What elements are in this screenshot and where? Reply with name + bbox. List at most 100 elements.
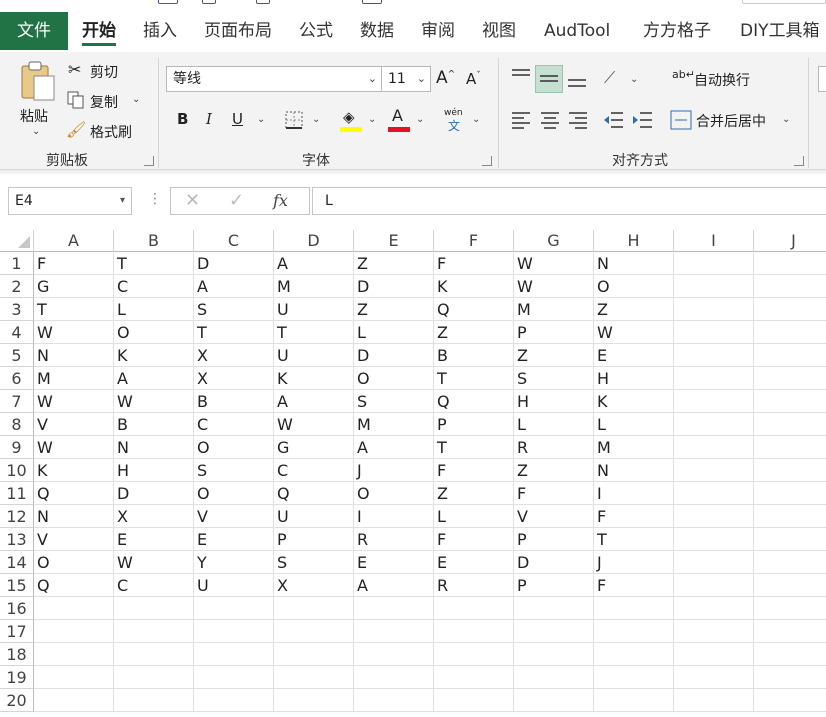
cell[interactable]: B: [434, 344, 514, 367]
cell[interactable]: O: [354, 367, 434, 390]
cell[interactable]: E: [354, 551, 434, 574]
cell[interactable]: O: [194, 436, 274, 459]
cell[interactable]: F: [594, 574, 674, 597]
cell[interactable]: P: [274, 528, 354, 551]
cell[interactable]: E: [114, 528, 194, 551]
cell[interactable]: Z: [354, 252, 434, 275]
tab-review[interactable]: 审阅: [421, 14, 455, 48]
cell[interactable]: T: [114, 252, 194, 275]
cell[interactable]: [354, 643, 434, 666]
cell[interactable]: D: [514, 551, 594, 574]
cell[interactable]: [754, 298, 826, 321]
cell[interactable]: M: [514, 298, 594, 321]
cell[interactable]: [754, 390, 826, 413]
cell[interactable]: [674, 459, 754, 482]
cell[interactable]: [594, 597, 674, 620]
cell[interactable]: [274, 643, 354, 666]
cell[interactable]: L: [114, 298, 194, 321]
cell[interactable]: E: [434, 551, 514, 574]
tab-file[interactable]: 文件: [0, 12, 68, 50]
cell[interactable]: [34, 689, 114, 712]
cell[interactable]: I: [354, 505, 434, 528]
column-header[interactable]: A: [34, 230, 114, 252]
cell[interactable]: Y: [194, 551, 274, 574]
cell[interactable]: [674, 643, 754, 666]
font-color-button[interactable]: A: [388, 106, 410, 132]
row-header[interactable]: 5: [0, 344, 34, 367]
font-size-select[interactable]: 11 ⌄: [381, 66, 431, 92]
cell[interactable]: [514, 597, 594, 620]
cell[interactable]: F: [434, 459, 514, 482]
cell[interactable]: E: [194, 528, 274, 551]
tab-home[interactable]: 开始: [82, 14, 116, 48]
cell[interactable]: T: [434, 436, 514, 459]
cell[interactable]: [754, 482, 826, 505]
cell[interactable]: E: [594, 344, 674, 367]
clipboard-launcher-icon[interactable]: [144, 156, 154, 166]
cell[interactable]: [754, 459, 826, 482]
cell[interactable]: L: [434, 505, 514, 528]
cell[interactable]: C: [114, 574, 194, 597]
cell[interactable]: W: [514, 252, 594, 275]
cell[interactable]: A: [194, 275, 274, 298]
cell[interactable]: [754, 666, 826, 689]
alignment-launcher-icon[interactable]: [794, 156, 804, 166]
increase-indent-icon[interactable]: [632, 110, 654, 130]
cell[interactable]: T: [34, 298, 114, 321]
cell[interactable]: [674, 298, 754, 321]
cell[interactable]: [754, 436, 826, 459]
cell[interactable]: O: [594, 275, 674, 298]
cell[interactable]: N: [594, 252, 674, 275]
tab-fangfang[interactable]: 方方格子: [643, 14, 711, 48]
column-header[interactable]: F: [434, 230, 514, 252]
cell[interactable]: W: [274, 413, 354, 436]
cell[interactable]: [514, 666, 594, 689]
cell[interactable]: T: [434, 367, 514, 390]
cell[interactable]: Q: [434, 298, 514, 321]
name-box[interactable]: E4 ▾: [8, 187, 132, 215]
cell[interactable]: Q: [274, 482, 354, 505]
cell[interactable]: [754, 620, 826, 643]
row-header[interactable]: 19: [0, 666, 34, 689]
cell[interactable]: [514, 689, 594, 712]
cell[interactable]: D: [354, 344, 434, 367]
cell[interactable]: C: [114, 275, 194, 298]
cell[interactable]: W: [594, 321, 674, 344]
cell[interactable]: O: [194, 482, 274, 505]
cell[interactable]: D: [194, 252, 274, 275]
align-right-icon[interactable]: [567, 110, 589, 130]
font-name-select[interactable]: 等线 ⌄: [166, 66, 382, 92]
cell[interactable]: N: [34, 505, 114, 528]
cut-button[interactable]: ✂ 剪切: [66, 60, 146, 82]
cell[interactable]: D: [354, 275, 434, 298]
cell[interactable]: G: [34, 275, 114, 298]
cell[interactable]: M: [274, 275, 354, 298]
cell[interactable]: [194, 620, 274, 643]
row-header[interactable]: 8: [0, 413, 34, 436]
row-header[interactable]: 1: [0, 252, 34, 275]
cell[interactable]: P: [514, 528, 594, 551]
cell[interactable]: T: [194, 321, 274, 344]
more-options-icon[interactable]: ⋮: [148, 191, 162, 207]
cell[interactable]: W: [34, 321, 114, 344]
cell[interactable]: S: [354, 390, 434, 413]
align-top-icon[interactable]: [510, 66, 532, 88]
italic-button[interactable]: I: [206, 110, 212, 128]
cell[interactable]: [674, 367, 754, 390]
cell[interactable]: [354, 620, 434, 643]
phonetic-dropdown-icon[interactable]: ⌄: [472, 114, 480, 125]
formula-input[interactable]: L: [312, 187, 826, 215]
cell[interactable]: H: [594, 367, 674, 390]
column-header[interactable]: C: [194, 230, 274, 252]
row-header[interactable]: 17: [0, 620, 34, 643]
cell[interactable]: V: [194, 505, 274, 528]
cell[interactable]: [354, 666, 434, 689]
cell[interactable]: [434, 597, 514, 620]
cell[interactable]: [194, 597, 274, 620]
underline-button[interactable]: U: [232, 110, 243, 128]
cell[interactable]: [674, 413, 754, 436]
cell[interactable]: Z: [434, 321, 514, 344]
row-header[interactable]: 4: [0, 321, 34, 344]
cell[interactable]: W: [114, 551, 194, 574]
cell[interactable]: [674, 252, 754, 275]
